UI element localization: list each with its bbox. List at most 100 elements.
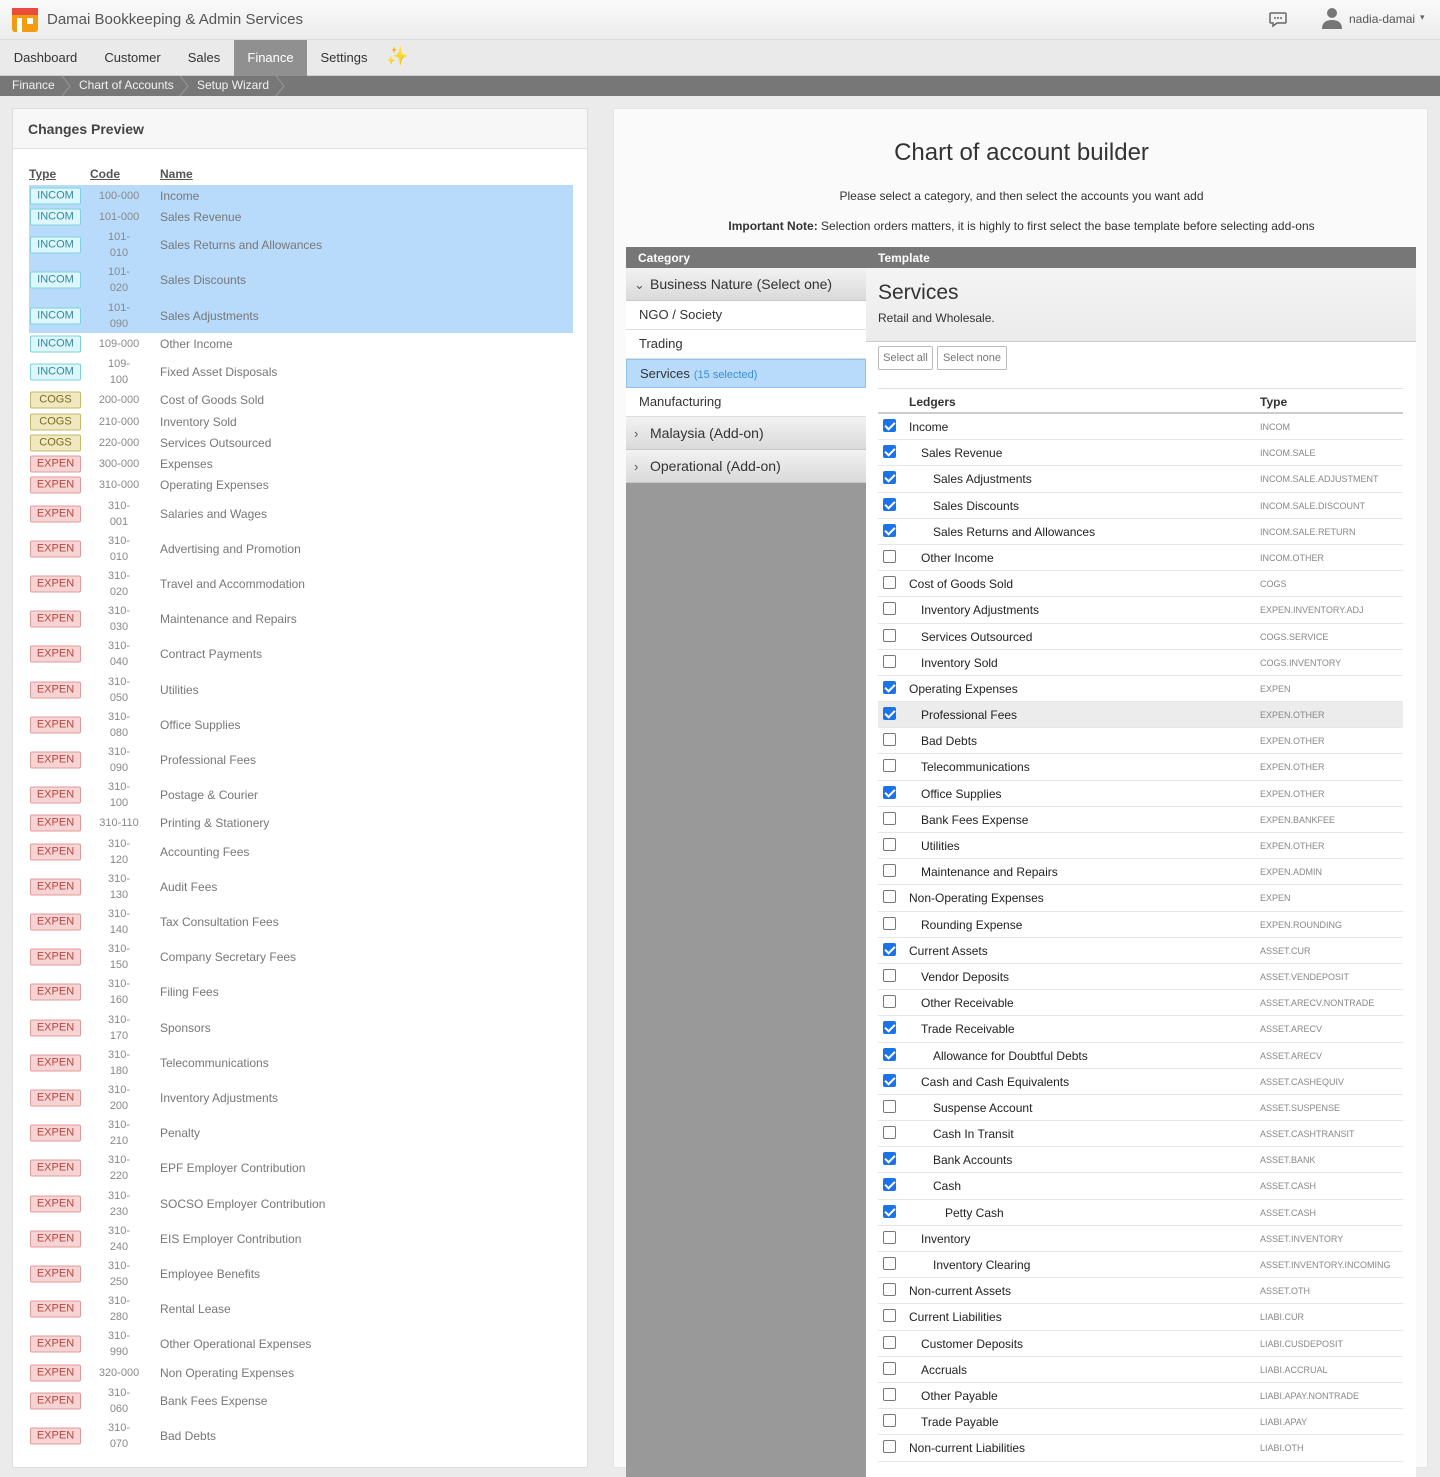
ledger-checkbox[interactable]	[883, 628, 896, 642]
ledger-row[interactable]: Petty Cash ASSET.CASH	[878, 1200, 1403, 1226]
ledger-row[interactable]: Sales Adjustments INCOM.SALE.ADJUSTMENT	[878, 466, 1403, 493]
ledger-checkbox[interactable]	[883, 654, 896, 668]
ledger-checkbox[interactable]	[883, 1283, 896, 1297]
preview-row[interactable]: EXPEN 310- 170 Sponsors	[29, 1010, 573, 1045]
group-business-nature[interactable]: ⌄ Business Nature (Select one)	[626, 268, 866, 301]
column-header-name[interactable]: Name	[160, 167, 193, 181]
ledger-checkbox[interactable]	[883, 576, 896, 590]
preview-row[interactable]: EXPEN 310- 050 Utilities	[29, 672, 573, 707]
category-item[interactable]: Manufacturing	[626, 388, 866, 417]
ledger-row[interactable]: Vendor Deposits ASSET.VENDEPOSIT	[878, 964, 1403, 991]
ledger-row[interactable]: Other Payable LIABI.APAY.NONTRADE	[878, 1383, 1403, 1410]
ledger-checkbox[interactable]	[883, 1257, 896, 1270]
ledger-checkbox[interactable]	[883, 602, 896, 616]
ledger-row[interactable]: Maintenance and Repairs EXPEN.ADMIN	[878, 859, 1403, 886]
preview-row[interactable]: EXPEN 310- 140 Tax Consultation Fees	[29, 904, 573, 939]
ledger-checkbox[interactable]	[883, 523, 896, 537]
preview-row[interactable]: EXPEN 310- 100 Postage & Courier	[29, 778, 573, 813]
ledger-checkbox[interactable]	[883, 1047, 896, 1061]
preview-row[interactable]: EXPEN 310- 090 Professional Fees	[29, 742, 573, 777]
preview-row[interactable]: INCOM 101- 020 Sales Discounts	[29, 262, 573, 298]
preview-row[interactable]: EXPEN 310- 280 Rental Lease	[29, 1292, 573, 1327]
ledger-checkbox[interactable]	[883, 707, 896, 721]
nav-customer[interactable]: Customer	[91, 40, 174, 76]
preview-row[interactable]: EXPEN 310- 200 Inventory Adjustments	[29, 1080, 573, 1115]
user-avatar-icon[interactable]	[1322, 7, 1342, 29]
preview-row[interactable]: EXPEN 310- 230 SOCSO Employer Contribution	[29, 1186, 573, 1221]
ledger-row[interactable]: Income INCOM	[878, 414, 1403, 441]
preview-row[interactable]: EXPEN 310- 220 EPF Employer Contribution	[29, 1151, 573, 1186]
ledger-checkbox[interactable]	[883, 864, 896, 878]
ledger-row[interactable]: Cash and Cash Equivalents ASSET.CASHEQUIV	[878, 1069, 1403, 1095]
ledger-checkbox[interactable]	[883, 445, 896, 459]
ledger-row[interactable]: Professional Fees EXPEN.OTHER	[878, 702, 1403, 729]
ledger-checkbox[interactable]	[883, 1440, 896, 1454]
preview-row[interactable]: EXPEN 310- 150 Company Secretary Fees	[29, 940, 573, 975]
ledger-checkbox[interactable]	[883, 1204, 896, 1218]
preview-row[interactable]: EXPEN 310- 060 Bank Fees Expense	[29, 1383, 573, 1418]
breadcrumb-chart-of-accounts[interactable]: Chart of Accounts	[79, 78, 174, 92]
ledger-row[interactable]: Operating Expenses EXPEN	[878, 676, 1403, 703]
ledger-checkbox[interactable]	[883, 916, 896, 930]
ledger-row[interactable]: Services Outsourced COGS.SERVICE	[878, 624, 1403, 650]
ledger-checkbox[interactable]	[883, 549, 896, 563]
ledger-row[interactable]: Other Income INCOM.OTHER	[878, 545, 1403, 572]
nav-finance[interactable]: Finance	[234, 40, 307, 76]
preview-row[interactable]: EXPEN 310- 040 Contract Payments	[29, 637, 573, 672]
ledger-row[interactable]: Customer Deposits LIABI.CUSDEPOSIT	[878, 1331, 1403, 1357]
preview-row[interactable]: EXPEN 310-110 Printing & Stationery	[29, 813, 573, 834]
preview-row[interactable]: EXPEN 310- 240 EIS Employer Contribution	[29, 1221, 573, 1256]
category-item[interactable]: Services (15 selected)	[626, 359, 866, 388]
ledger-row[interactable]: Allowance for Doubtful Debts ASSET.ARECV	[878, 1043, 1403, 1069]
preview-row[interactable]: INCOM 101- 090 Sales Adjustments	[29, 297, 573, 334]
ledger-row[interactable]: Cost of Goods Sold COGS	[878, 571, 1403, 598]
ledger-row[interactable]: Sales Returns and Allowances INCOM.SALE.R…	[878, 519, 1403, 545]
chevron-down-icon[interactable]: ▾	[1420, 12, 1425, 23]
ledger-checkbox[interactable]	[883, 733, 896, 747]
ledger-row[interactable]: Inventory Clearing ASSET.INVENTORY.INCOMI…	[878, 1252, 1403, 1279]
group-malaysia[interactable]: › Malaysia (Add-on)	[626, 417, 866, 450]
ledger-row[interactable]: Non-Operating Expenses EXPEN	[878, 885, 1403, 912]
ledger-row[interactable]: Sales Discounts INCOM.SALE.DISCOUNT	[878, 493, 1403, 519]
ledger-checkbox[interactable]	[883, 1073, 896, 1087]
preview-row[interactable]: EXPEN 310- 210 Penalty	[29, 1116, 573, 1151]
preview-row[interactable]: EXPEN 310- 250 Employee Benefits	[29, 1256, 573, 1291]
preview-row[interactable]: COGS 210-000 Inventory Sold	[29, 411, 573, 432]
ledger-checkbox[interactable]	[883, 838, 896, 851]
ledger-row[interactable]: Trade Receivable ASSET.ARECV	[878, 1016, 1403, 1043]
ledger-row[interactable]: Non-current Liabilities LIABI.OTH	[878, 1435, 1403, 1462]
chat-bubble-icon[interactable]	[1268, 9, 1288, 29]
breadcrumb-setup-wizard[interactable]: Setup Wizard	[197, 78, 269, 92]
preview-row[interactable]: INCOM 109- 100 Fixed Asset Disposals	[29, 354, 573, 389]
ledger-checkbox[interactable]	[883, 811, 896, 825]
ledger-row[interactable]: Bank Accounts ASSET.BANK	[878, 1147, 1403, 1174]
ledger-row[interactable]: Current Assets ASSET.CUR	[878, 938, 1403, 964]
ledger-row[interactable]: Office Supplies EXPEN.OTHER	[878, 781, 1403, 807]
ledger-checkbox[interactable]	[883, 1414, 896, 1428]
ledger-checkbox[interactable]	[883, 497, 896, 511]
column-header-type[interactable]: Type	[29, 167, 56, 181]
column-header-code[interactable]: Code	[90, 167, 120, 181]
ledger-row[interactable]: Inventory ASSET.INVENTORY	[878, 1226, 1403, 1252]
select-all-button[interactable]: Select all	[878, 346, 933, 370]
user-name[interactable]: nadia-damai	[1349, 12, 1415, 26]
ledger-checkbox[interactable]	[883, 942, 896, 956]
preview-row[interactable]: INCOM 101-000 Sales Revenue	[29, 206, 573, 228]
preview-row[interactable]: EXPEN 310- 180 Telecommunications	[29, 1045, 573, 1080]
ledger-row[interactable]: Cash ASSET.CASH	[878, 1173, 1403, 1200]
preview-row[interactable]: EXPEN 310- 001 Salaries and Wages	[29, 496, 573, 531]
nav-sales[interactable]: Sales	[174, 40, 234, 76]
preview-row[interactable]: COGS 220-000 Services Outsourced	[29, 432, 573, 453]
ledger-checkbox[interactable]	[883, 1021, 896, 1035]
preview-row[interactable]: EXPEN 310- 010 Advertising and Promotion	[29, 531, 573, 566]
preview-row[interactable]: EXPEN 310- 990 Other Operational Expenses	[29, 1327, 573, 1362]
sparkle-icon[interactable]: ✨	[386, 46, 408, 67]
ledger-checkbox[interactable]	[883, 680, 896, 694]
ledger-row[interactable]: Telecommunications EXPEN.OTHER	[878, 754, 1403, 781]
preview-row[interactable]: INCOM 101- 010 Sales Returns and Allowance…	[29, 227, 573, 263]
nav-settings[interactable]: Settings	[307, 40, 381, 76]
ledger-row[interactable]: Inventory Adjustments EXPEN.INVENTORY.ADJ	[878, 597, 1403, 624]
preview-row[interactable]: EXPEN 310- 020 Travel and Accommodation	[29, 567, 573, 602]
preview-row[interactable]: EXPEN 320-000 Non Operating Expenses	[29, 1362, 573, 1383]
ledger-checkbox[interactable]	[883, 1361, 896, 1375]
